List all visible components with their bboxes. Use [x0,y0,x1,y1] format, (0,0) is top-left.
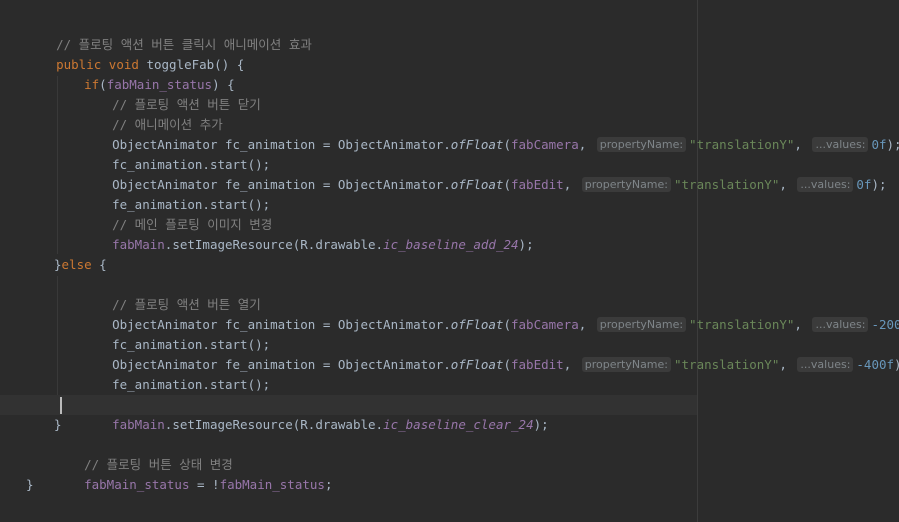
code-line: // 메인 플로팅 이미지 변경 [82,195,272,232]
code-line: fc_animation.start(); [112,337,271,352]
field: fabMain_status [219,477,325,492]
code-line: fabMain.setImageResource(R.drawable.ic_b… [112,417,549,432]
type-name: ObjectAnimator [337,357,444,372]
field: fabCamera [511,317,579,332]
code-line: // 플로팅 액션 버튼 닫기 [82,75,261,112]
code-line: // 플로팅 액션 버튼 클릭시 애니메이션 효과 [26,15,312,52]
class-reference: R.drawable. [300,417,384,432]
code-line: // 플로팅 버튼 상태 변경 [54,435,233,472]
number-literal: -400f [856,357,895,372]
class-reference: R.drawable. [300,237,384,252]
code-line: // 메인 플로팅 이미지 변경 [82,375,272,412]
code-line: public void toggleFab() { [56,57,245,72]
code-line: fc_animation.start(); [112,157,271,172]
type-name: ObjectAnimator [337,177,444,192]
code-line: }else { [54,257,107,272]
string-literal: "translationY" [674,357,780,372]
string-literal: "translationY" [674,177,780,192]
code-line: // 플로팅 액션 버튼 열기 [82,275,261,312]
resource-id: ic_baseline_add_24 [383,237,519,252]
code-line: fe_animation.start(); [112,377,271,392]
parameter-hint: propertyName: [581,357,671,372]
method-call: setImageResource [172,417,293,432]
text-caret [60,397,62,414]
code-line: fe_animation.start(); [112,197,271,212]
parameter-hint: propertyName: [596,317,687,332]
parameter-hint: ...values: [812,137,869,152]
field: fabEdit [511,357,564,372]
string-literal: "translationY" [689,317,795,332]
static-method: ofFloat [450,357,504,372]
static-method: ofFloat [450,317,504,332]
field: fabMain_status [84,477,190,492]
code-line: ObjectAnimator fe_animation = ObjectAnim… [112,357,899,372]
code-line: fabMain.setImageResource(R.drawable.ic_b… [112,237,534,252]
parameter-hint: ...values: [797,357,854,372]
code-line: } [54,417,62,432]
number-literal: 0f [871,137,887,152]
code-editor[interactable]: // 플로팅 액션 버튼 클릭시 애니메이션 효과 public void to… [0,0,899,522]
code-line: } [26,477,34,492]
field: fabMain [112,237,165,252]
code-line: fabMain_status = !fabMain_status; [84,477,333,492]
resource-id: ic_baseline_clear_24 [383,417,534,432]
parameter-hint: ...values: [812,317,869,332]
field: fabEdit [511,177,564,192]
code-line: ObjectAnimator fe_animation = ObjectAnim… [112,177,887,192]
code-line: ObjectAnimator fc_animation = ObjectAnim… [112,137,899,152]
method-call: setImageResource [172,237,293,252]
type-name: ObjectAnimator [337,137,444,152]
field: fabMain [112,417,165,432]
code-line: ObjectAnimator fc_animation = ObjectAnim… [82,295,899,332]
code-line: // 애니메이션 추가 [82,95,223,132]
string-literal: "translationY" [689,137,795,152]
static-method: ofFloat [450,177,504,192]
field: fabCamera [511,137,579,152]
parameter-hint: ...values: [797,177,854,192]
number-literal: -200f [871,317,899,332]
code-line: if(fabMain_status) { [84,77,235,92]
parameter-hint: propertyName: [581,177,671,192]
parameter-hint: propertyName: [596,137,687,152]
indent-guide [57,276,58,414]
keyword: else [61,257,92,272]
right-margin-guide [697,0,698,522]
number-literal: 0f [856,177,872,192]
type-name: ObjectAnimator [337,317,444,332]
static-method: ofFloat [450,137,504,152]
